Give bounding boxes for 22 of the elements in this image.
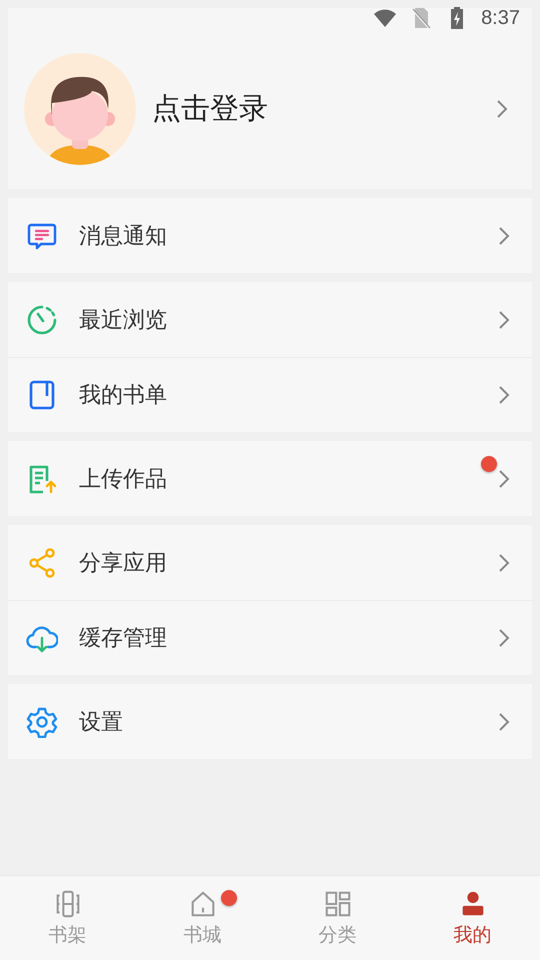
chevron-icon bbox=[498, 310, 510, 330]
grid-icon bbox=[322, 888, 352, 918]
chevron-icon bbox=[498, 226, 510, 246]
menu-row[interactable]: 上传作品 bbox=[8, 441, 532, 516]
menu-row[interactable]: 最近浏览 bbox=[8, 282, 532, 357]
menu-row[interactable]: 分享应用 bbox=[8, 525, 532, 600]
chevron-icon bbox=[498, 385, 510, 405]
clock-icon bbox=[26, 304, 58, 336]
login-row[interactable]: 点击登录 bbox=[8, 28, 532, 189]
status-time: 8:37 bbox=[481, 6, 520, 30]
menu-row[interactable]: 消息通知 bbox=[8, 198, 532, 273]
chevron-icon bbox=[498, 628, 510, 648]
menu-row[interactable]: 缓存管理 bbox=[8, 600, 532, 675]
chevron-icon bbox=[496, 98, 508, 118]
chevron-icon bbox=[498, 468, 510, 488]
chevron-icon bbox=[498, 552, 510, 572]
menu-row[interactable]: 设置 bbox=[8, 684, 532, 759]
nav-tab[interactable]: 我的 bbox=[405, 876, 540, 960]
chevron-icon bbox=[498, 712, 510, 732]
menu-row[interactable]: 我的书单 bbox=[8, 357, 532, 432]
avatar-icon bbox=[24, 52, 136, 164]
settings-icon bbox=[26, 706, 58, 738]
